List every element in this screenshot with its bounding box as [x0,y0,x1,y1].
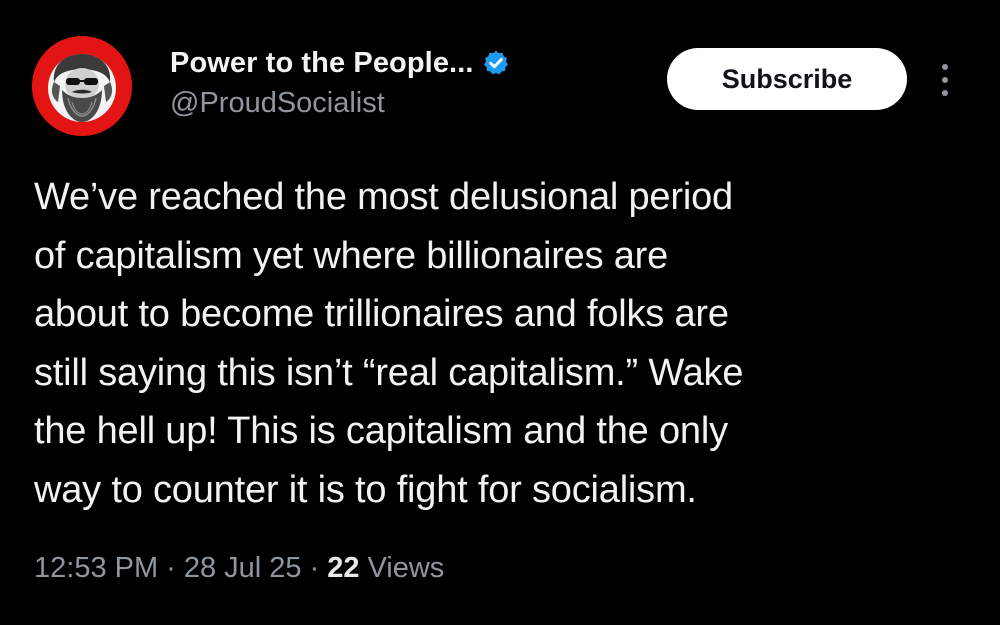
views-label: Views [367,552,445,584]
post-meta: 12:53 PM · 28 Jul 25 · 22 Views [34,552,444,585]
verified-badge-icon [482,49,510,77]
post-date[interactable]: 28 Jul 25 [184,552,302,585]
avatar[interactable] [32,36,132,136]
display-name-row: Power to the People... [170,41,510,85]
more-dot [942,90,948,96]
meta-separator: · [166,552,176,584]
post-text: We’ve reached the most delusional period… [34,176,744,511]
more-dot [942,64,948,70]
post-card: Power to the People... @ProudSocialist S… [0,0,1000,625]
post-time[interactable]: 12:53 PM [34,552,158,585]
bearded-portrait-icon [32,36,132,136]
meta-separator: · [309,552,320,584]
account-name-block: Power to the People... @ProudSocialist [170,41,510,120]
account-handle[interactable]: @ProudSocialist [170,87,510,120]
subscribe-button[interactable]: Subscribe [667,48,907,110]
views-count[interactable]: 22 [327,552,359,585]
display-name[interactable]: Power to the People... [170,47,474,80]
more-dot [942,77,948,83]
post-header: Power to the People... @ProudSocialist S… [32,36,972,136]
more-vertical-icon[interactable] [930,54,960,106]
